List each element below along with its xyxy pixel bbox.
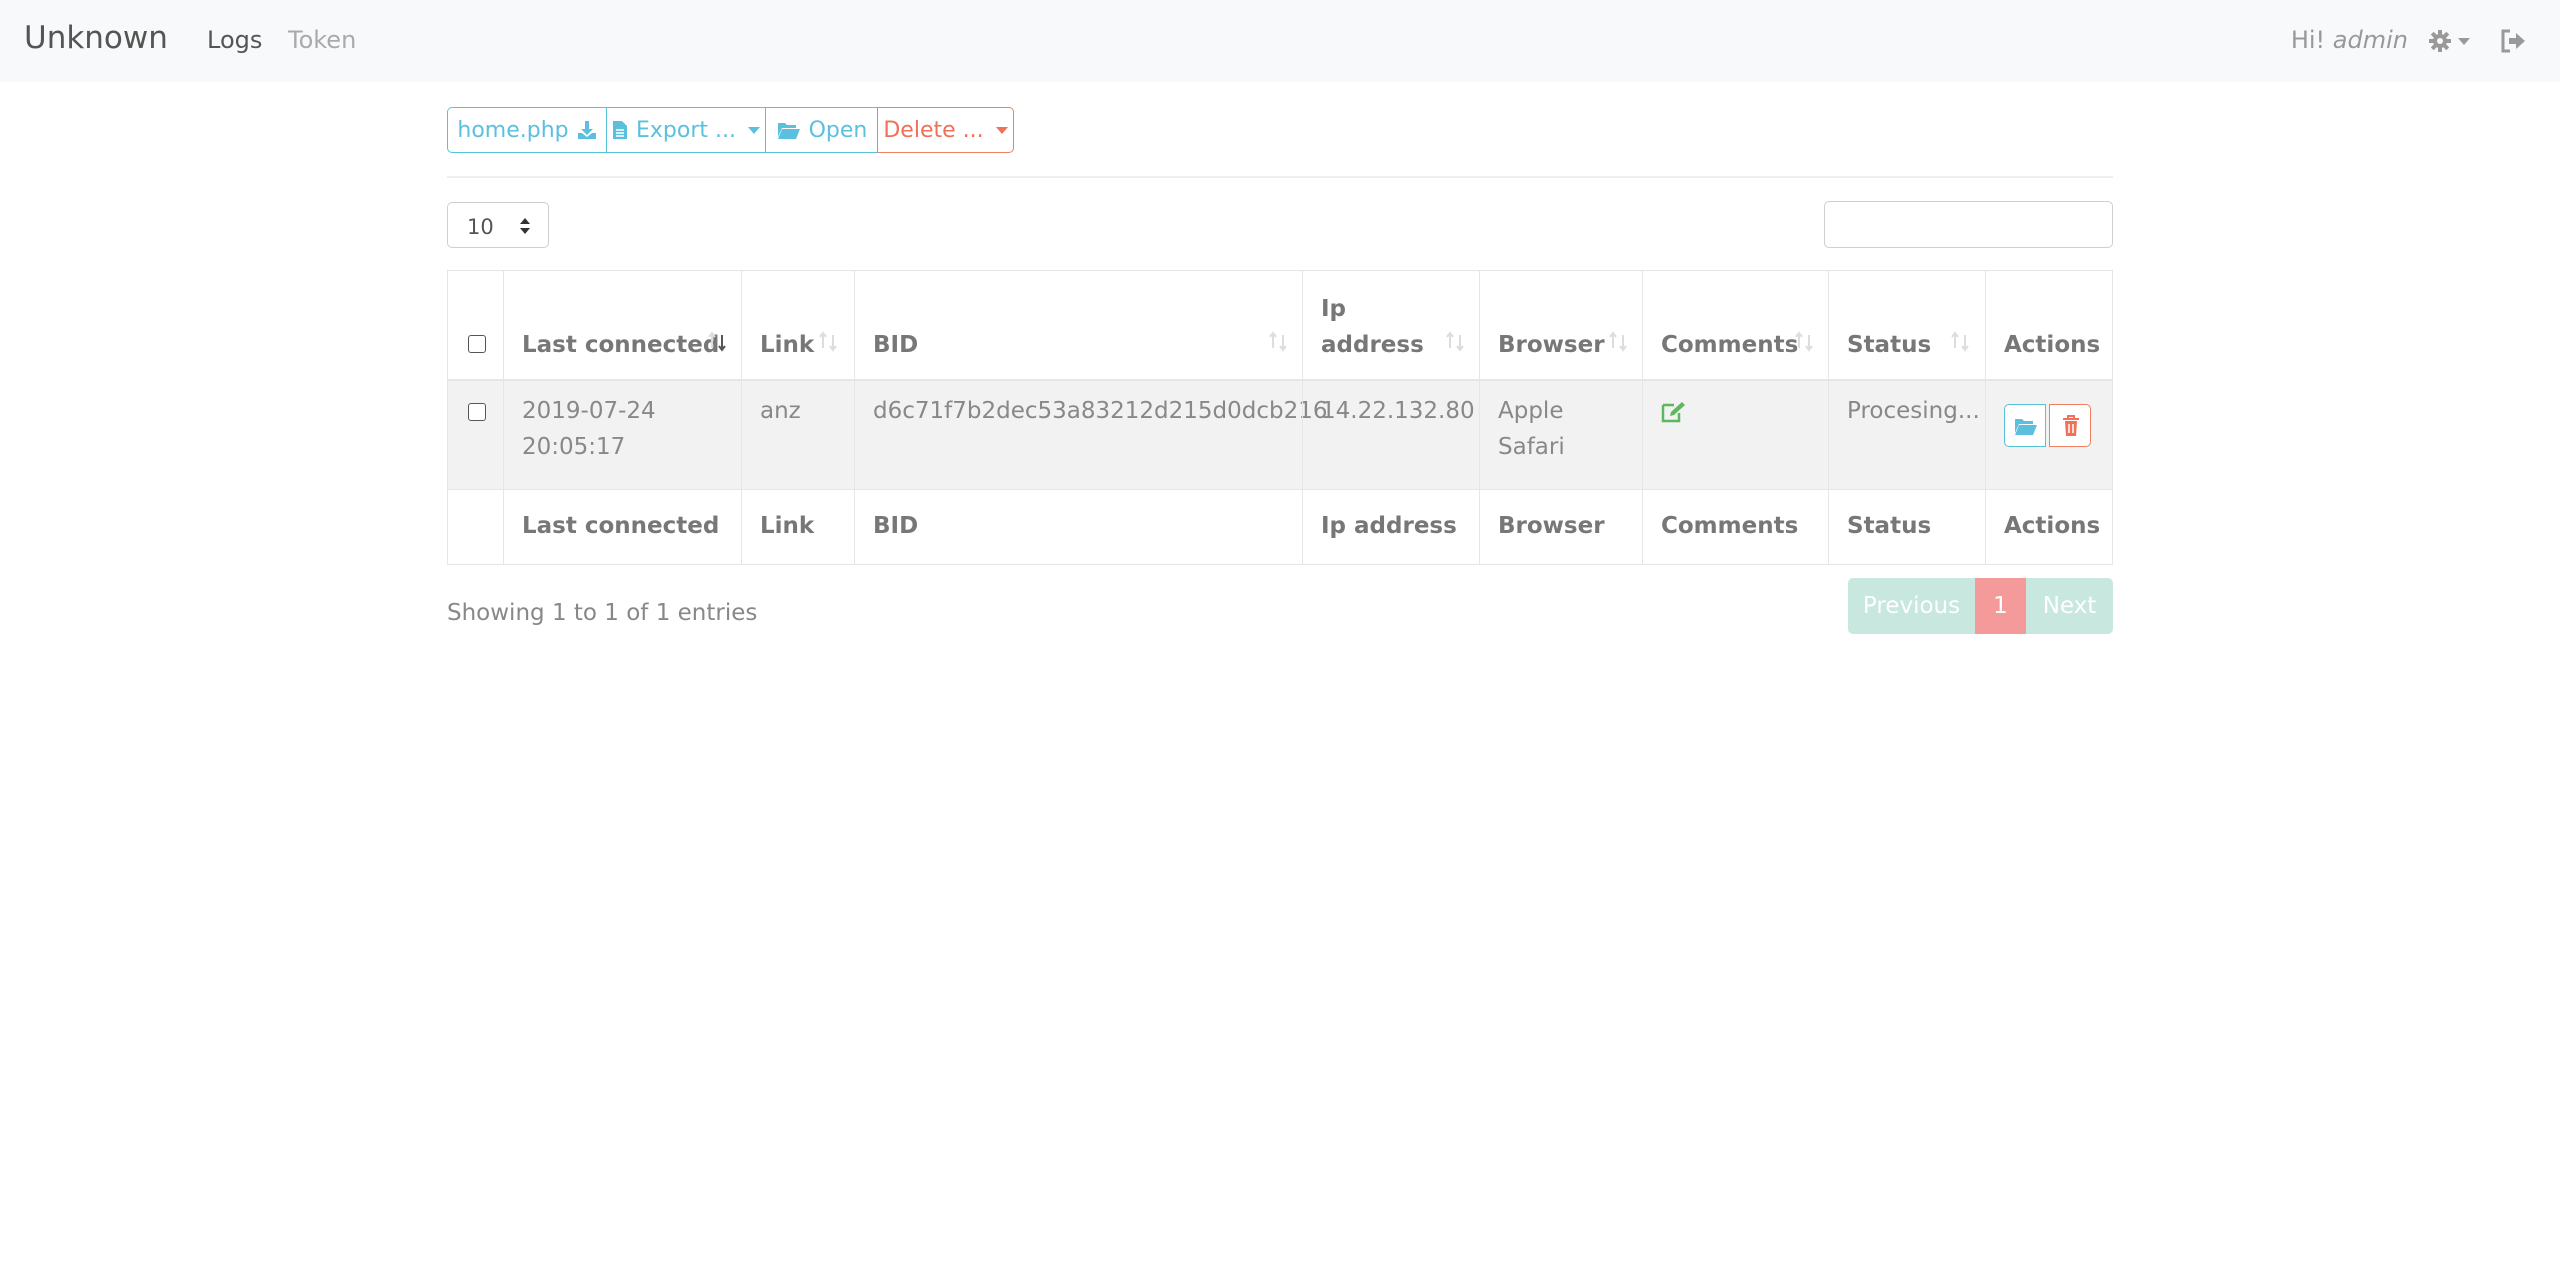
header-ip-line1: Ip [1321,296,1347,322]
column-divider [1985,271,1986,564]
nav-token[interactable]: Token [288,26,356,54]
row-checkbox[interactable] [468,403,486,421]
cell-status: Procesing... [1847,398,1980,424]
logs-table: Last connected Link BID Ip address Brows… [447,270,2113,565]
delete-dropdown-button[interactable]: Delete ... [877,107,1014,153]
greeting-prefix: Hi! [2290,26,2326,54]
row-delete-button[interactable] [2049,404,2091,447]
cell-browser-line2: Safari [1498,434,1565,460]
sign-out-icon [2501,29,2525,53]
header-browser[interactable]: Browser [1498,327,1605,363]
cell-date: 2019-07-24 [522,398,656,424]
header-comments[interactable]: Comments [1661,327,1798,363]
select-arrows-icon [520,218,530,234]
cell-ip: 14.22.132.80 [1321,398,1475,424]
sort-icon[interactable] [818,331,840,353]
column-divider [503,271,504,564]
column-divider [741,271,742,564]
footer-last-connected: Last connected [522,513,720,539]
pagination-next[interactable]: Next [2026,578,2113,634]
navbar: Unknown Logs Token Hi! admin [0,0,2560,82]
cell-browser-line1: Apple [1498,398,1564,424]
header-status[interactable]: Status [1847,327,1931,363]
sort-icon[interactable] [1445,331,1467,353]
sign-out-button[interactable] [2499,27,2527,55]
username: admin [2332,26,2408,54]
settings-dropdown[interactable] [2428,26,2478,56]
edit-icon[interactable] [1661,401,1687,423]
header-link[interactable]: Link [760,327,814,363]
cell-time: 20:05:17 [522,434,626,460]
page-length-value: 10 [467,215,494,239]
header-ip-address[interactable]: Ip address [1321,291,1424,363]
footer-ip-address: Ip address [1321,513,1457,539]
cell-bid: d6c71f7b2dec53a83212d215d0dcb216 [873,398,1328,424]
gear-icon [2429,30,2470,52]
select-all-checkbox[interactable] [468,335,486,353]
footer-actions: Actions [2004,513,2101,539]
sort-icon[interactable] [1608,331,1630,353]
footer-link: Link [760,513,815,539]
caret-down-icon [995,126,1008,134]
sort-desc-icon[interactable] [707,331,729,353]
page-length-select[interactable]: 10 [447,202,549,248]
column-divider [1302,271,1303,564]
footer-status: Status [1847,513,1932,539]
delete-label: Delete ... [883,117,984,143]
home-download-button[interactable]: home.php [447,107,607,153]
nav-logs[interactable]: Logs [207,26,262,54]
header-ip-line2: address [1321,332,1424,358]
sort-icon[interactable] [1950,331,1972,353]
divider [447,176,2113,178]
footer-bid: BID [873,513,919,539]
header-bid[interactable]: BID [873,327,918,363]
download-icon [577,121,596,139]
pagination-page-1[interactable]: 1 [1975,578,2026,634]
table-header-row: Last connected Link BID Ip address Brows… [448,271,2112,381]
table-info: Showing 1 to 1 of 1 entries [447,600,758,626]
column-divider [1642,271,1643,564]
cell-last-connected: 2019-07-24 20:05:17 [522,393,656,465]
sort-icon[interactable] [1794,331,1816,353]
header-last-connected[interactable]: Last connected [522,327,719,363]
file-icon [613,121,627,139]
footer-comments: Comments [1661,513,1799,539]
user-greeting: Hi! admin [2291,26,2408,54]
home-label: home.php [457,117,569,143]
folder-open-icon [777,123,800,139]
header-actions: Actions [2004,332,2101,358]
cell-browser: Apple Safari [1498,393,1565,465]
export-label: Export ... [636,117,736,143]
caret-down-icon [748,126,760,134]
column-divider [1828,271,1829,564]
table-row[interactable]: 2019-07-24 20:05:17 anz d6c71f7b2dec53a8… [448,381,2112,490]
table-footer-row: Last connected Link BID Ip address Brows… [448,491,2112,564]
trash-icon [2063,415,2079,436]
footer-browser: Browser [1498,513,1605,539]
open-button[interactable]: Open [765,107,879,153]
pagination-previous[interactable]: Previous [1848,578,1975,634]
sort-icon[interactable] [1268,331,1290,353]
open-label: Open [808,117,868,143]
row-open-button[interactable] [2004,404,2046,447]
folder-open-icon [2015,419,2037,435]
brand[interactable]: Unknown [24,20,168,56]
column-divider [854,271,855,564]
cell-link: anz [760,398,801,424]
column-divider [1479,271,1480,564]
export-dropdown-button[interactable]: Export ... [606,107,766,153]
table-search-input[interactable] [1824,201,2113,248]
